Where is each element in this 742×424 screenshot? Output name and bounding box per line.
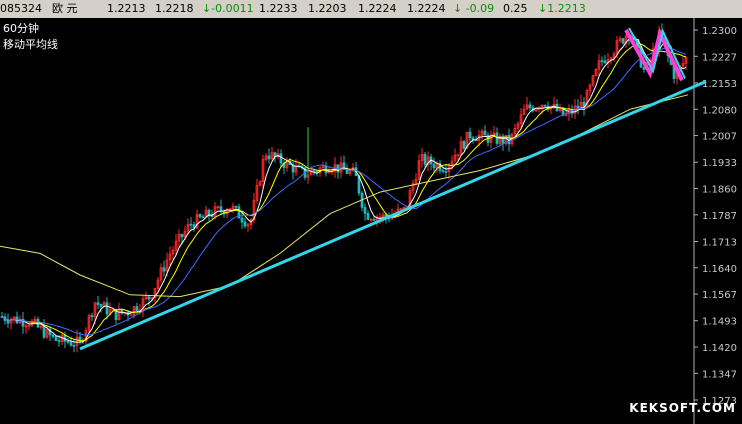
candle-body	[201, 216, 205, 219]
change-percent: ↓ -0.09	[453, 2, 495, 15]
candle-body	[372, 218, 376, 221]
candle-body	[57, 340, 61, 342]
candle-body	[135, 306, 139, 312]
candle-body	[423, 154, 427, 165]
field-7-value: 1.2224	[407, 2, 446, 15]
candle-body	[468, 131, 472, 139]
ma-20-line	[1, 47, 687, 336]
candle-body	[51, 334, 55, 337]
candle-body	[219, 206, 223, 212]
price-tick-label: 1.1420	[702, 343, 737, 354]
quote-bar: 085324 欧 元 1.2213 1.2218 ↓-0.0011 1.2233…	[0, 0, 742, 18]
field-5-value: 1.2203	[308, 2, 347, 15]
candle-body	[54, 336, 58, 341]
candle-body	[441, 170, 445, 172]
candle-body	[180, 233, 184, 238]
candle-body	[90, 315, 94, 317]
candle-body	[210, 215, 214, 218]
trendline	[79, 80, 707, 351]
price-tick-label: 1.2007	[702, 132, 737, 143]
watermark: KEKSOFT.COM	[629, 401, 736, 415]
price-tick-label: 1.2227	[702, 52, 737, 63]
candle-body	[528, 104, 532, 109]
symbol-name: 欧 元	[52, 2, 78, 15]
candle-body	[6, 320, 10, 324]
symbol-code: 085324	[0, 2, 42, 15]
candle-body	[444, 171, 448, 173]
candle-body	[36, 318, 40, 328]
candle-body	[240, 217, 244, 223]
candle-body	[147, 296, 151, 300]
price-tick-label: 1.1493	[702, 317, 737, 328]
candle-body	[198, 214, 202, 218]
last-price: ↓1.2213	[538, 2, 586, 15]
candle-body	[576, 105, 580, 109]
candle-body	[99, 304, 103, 307]
low-value: 1.2233	[259, 2, 298, 15]
open-value: 1.2213	[107, 2, 146, 15]
price-tick-label: 1.1787	[702, 211, 737, 222]
candle-body	[72, 345, 76, 347]
field-9-value: 0.25	[503, 2, 528, 15]
candle-body	[483, 130, 487, 136]
candle-body	[243, 221, 247, 227]
price-tick-label: 1.1640	[702, 264, 737, 275]
price-tick-label: 1.1860	[702, 185, 737, 196]
high-value: 1.2218	[155, 2, 194, 15]
candle-body	[42, 325, 46, 338]
candle-body	[234, 205, 238, 208]
candle-body	[621, 38, 625, 44]
candle-body	[105, 302, 109, 315]
field-6-value: 1.2224	[358, 2, 397, 15]
candle-body	[432, 163, 436, 169]
candle-body	[543, 104, 547, 107]
candle-body	[96, 302, 100, 305]
candle-body	[603, 60, 607, 64]
candle-body	[129, 314, 133, 317]
price-tick-label: 1.1933	[702, 158, 737, 169]
candle-body	[363, 207, 367, 214]
candle-body	[66, 340, 70, 343]
candle-body	[462, 141, 466, 149]
candle-body	[189, 223, 193, 226]
candle-body	[312, 170, 316, 172]
price-tick-label: 1.1713	[702, 237, 737, 248]
price-tick-label: 1.2080	[702, 105, 737, 116]
ma-5-line	[1, 38, 687, 343]
candle-body	[78, 336, 82, 341]
price-chart[interactable]: 1.2300 1.2227 1.2153 1.2080 1.2007 1.1933 1.18…	[0, 18, 742, 424]
candle-body	[600, 60, 604, 63]
candle-body	[162, 267, 166, 272]
price-tick-label: 1.1347	[702, 369, 737, 380]
price-tick-label: 1.2300	[702, 26, 737, 37]
ma-60-line	[0, 94, 689, 298]
ma-10-line	[1, 42, 687, 342]
candle-body	[315, 170, 319, 173]
candle-body	[279, 153, 283, 164]
price-tick-label: 1.1567	[702, 290, 737, 301]
change-value: ↓-0.0011	[202, 2, 254, 15]
price-tick-label: 1.2153	[702, 79, 737, 90]
candle-body	[366, 212, 370, 220]
candle-body	[69, 341, 73, 346]
candle-body	[267, 155, 271, 160]
